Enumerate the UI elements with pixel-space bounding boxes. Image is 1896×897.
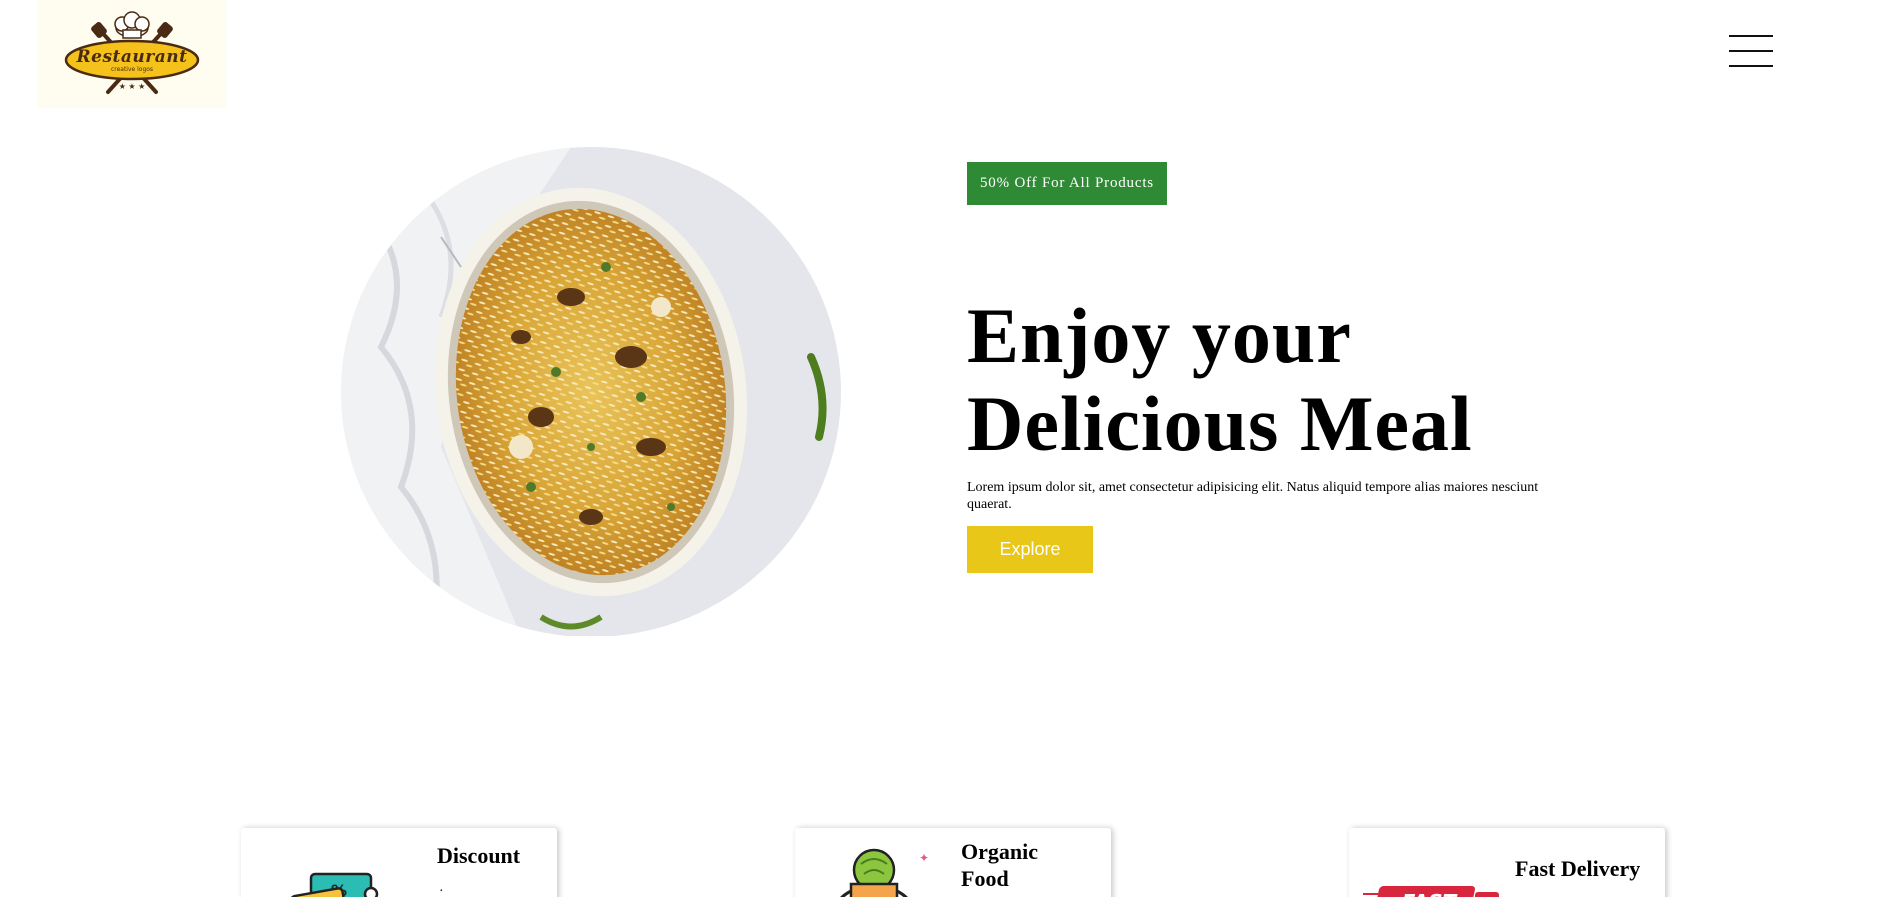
menu-bar <box>1729 65 1773 67</box>
feature-title: Discount <box>437 843 521 868</box>
hamburger-menu-icon[interactable] <box>1729 33 1775 69</box>
menu-bar <box>1729 50 1773 52</box>
feature-text-fragment: · <box>439 884 444 897</box>
svg-text:★ ★ ★: ★ ★ ★ <box>119 82 146 91</box>
feature-title: Organic Food <box>961 839 1038 891</box>
menu-bar <box>1729 35 1773 37</box>
logo-text: Restaurant <box>76 47 188 67</box>
logo-tagline: creative logos <box>110 66 154 73</box>
hero-description: Lorem ipsum dolor sit, amet consectetur … <box>967 480 1539 512</box>
explore-button[interactable]: Explore <box>967 526 1093 573</box>
offer-badge: 50% Off For All Products <box>967 162 1167 205</box>
hero-title: Enjoy your Delicious Meal <box>967 292 1667 468</box>
biryani-dish-photo <box>341 147 841 636</box>
feature-card-discount[interactable]: % Discount · <box>241 828 557 897</box>
discount-ticket-icon: % <box>290 872 379 897</box>
hero-title-line-1: Enjoy your <box>967 292 1352 379</box>
fast-delivery-truck-icon: FAST <box>1363 886 1499 897</box>
feature-title: Fast Delivery <box>1515 856 1641 881</box>
organic-food-basket-icon: ✦ <box>840 848 929 897</box>
logo[interactable]: ★ ★ ★ Restaurant creative logos <box>38 0 226 108</box>
feature-card-fast-delivery[interactable]: FAST Fast Delivery <box>1349 828 1665 897</box>
feature-card-organic-food[interactable]: ✦ Organic Food <box>795 828 1111 897</box>
svg-text:✦: ✦ <box>919 851 929 865</box>
hero-title-line-2: Delicious Meal <box>967 380 1473 467</box>
svg-text:FAST: FAST <box>1402 890 1458 897</box>
